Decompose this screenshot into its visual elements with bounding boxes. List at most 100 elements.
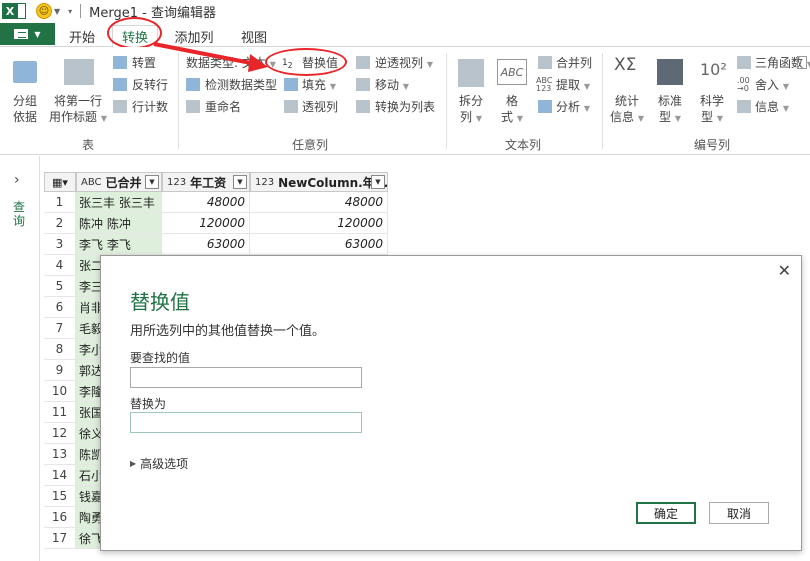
table-row[interactable]: 1 张三丰 张三丰 48000 48000 bbox=[44, 192, 388, 213]
ribbon: 分组 依据 将第一行 用作标题 ▼ 转置 反转行 行计数 表 数据类型: 文本 … bbox=[0, 47, 810, 155]
fill-icon bbox=[284, 78, 298, 91]
count-rows-button[interactable]: 行计数 bbox=[132, 100, 168, 114]
unpivot-label: 逆透视列 bbox=[375, 56, 424, 70]
parse-button[interactable]: 分析 ▼ bbox=[556, 100, 590, 116]
row-number-cell[interactable]: 6 bbox=[44, 297, 76, 318]
merged-name-cell[interactable]: 陈冲 陈冲 bbox=[76, 213, 162, 234]
column-filter-button[interactable]: ▼ bbox=[145, 175, 159, 189]
fill-button[interactable]: 填充 ▼ bbox=[302, 78, 336, 94]
pivot-button[interactable]: 透视列 bbox=[302, 100, 338, 114]
merged-name-cell[interactable]: 李飞 李飞 bbox=[76, 234, 162, 255]
split-column-label-1: 拆分 bbox=[458, 94, 483, 108]
feedback-smiley-icon[interactable]: ☺ bbox=[36, 3, 52, 19]
replace-values-dialog: ✕ 替换值 用所选列中的其他值替换一个值。 要查找的值 替换为 ▶ 高级选项 确… bbox=[100, 255, 802, 551]
statistics-label-2: 信息 ▼ bbox=[608, 109, 646, 127]
to-list-button[interactable]: 转换为列表 bbox=[375, 100, 435, 114]
rename-button[interactable]: 重命名 bbox=[205, 100, 241, 114]
row-number-cell[interactable]: 11 bbox=[44, 402, 76, 423]
chevron-right-icon[interactable]: › bbox=[14, 172, 20, 188]
trig-icon bbox=[737, 56, 751, 69]
table-menu-button[interactable]: ▦▾ bbox=[44, 172, 76, 192]
table-row[interactable]: 3 李飞 李飞 63000 63000 bbox=[44, 234, 388, 255]
statistics-button[interactable]: 统计 信息 ▼ bbox=[608, 93, 646, 127]
data-type-dropdown[interactable]: 数据类型: 文本 ▼ bbox=[186, 56, 276, 72]
group-separator bbox=[602, 53, 603, 149]
ok-button[interactable]: 确定 bbox=[636, 502, 696, 524]
data-type-dropdown-icon: ▼ bbox=[269, 60, 276, 69]
column-type-number-icon: 123 bbox=[167, 176, 187, 188]
row-number-cell[interactable]: 14 bbox=[44, 465, 76, 486]
standard-icon bbox=[657, 59, 683, 85]
cancel-button[interactable]: 取消 bbox=[709, 502, 769, 524]
column-header-salary[interactable]: 123 年工资 ▼ bbox=[162, 172, 250, 192]
group-by-button[interactable]: 分组 依据 bbox=[6, 93, 44, 125]
scientific-label-2-text: 型 bbox=[701, 110, 714, 124]
tab-add-column[interactable]: 添加列 bbox=[170, 25, 218, 47]
row-number-cell[interactable]: 5 bbox=[44, 276, 76, 297]
use-first-row-button[interactable]: 将第一行 用作标题 ▼ bbox=[48, 93, 108, 127]
extract-button[interactable]: 提取 ▼ bbox=[556, 78, 590, 94]
column-type-number-icon: 123 bbox=[255, 176, 275, 188]
row-number-cell[interactable]: 15 bbox=[44, 486, 76, 507]
group-label-number-column: 编号列 bbox=[694, 138, 731, 152]
column-header-merged[interactable]: ABC 已合并 ▼ bbox=[76, 172, 162, 192]
file-tab[interactable]: ▼ bbox=[0, 23, 55, 45]
rounding-label: 舍入 bbox=[755, 78, 780, 92]
transpose-button[interactable]: 转置 bbox=[132, 56, 156, 70]
find-value-input[interactable] bbox=[130, 367, 362, 388]
statistics-icon: XΣ bbox=[614, 55, 637, 75]
column-filter-button[interactable]: ▼ bbox=[233, 175, 247, 189]
detect-type-button[interactable]: 检测数据类型 bbox=[205, 78, 277, 92]
split-column-button[interactable]: 拆分 列 ▼ bbox=[452, 93, 490, 127]
scroll-right-icon[interactable] bbox=[797, 56, 807, 69]
row-number-cell[interactable]: 2 bbox=[44, 213, 76, 234]
scientific-button[interactable]: 科学 型 ▼ bbox=[693, 93, 731, 127]
close-icon[interactable]: ✕ bbox=[778, 261, 791, 280]
info-button[interactable]: 信息 ▼ bbox=[755, 100, 789, 116]
column-filter-button[interactable]: ▼ bbox=[371, 175, 385, 189]
row-number-cell[interactable]: 17 bbox=[44, 528, 76, 549]
newcolumn-cell[interactable]: 63000 bbox=[250, 234, 388, 255]
quick-access-customize-icon[interactable]: ▾ bbox=[68, 7, 72, 16]
advanced-options-toggle[interactable]: ▶ 高级选项 bbox=[130, 455, 188, 472]
row-number-cell[interactable]: 12 bbox=[44, 423, 76, 444]
move-button[interactable]: 移动 ▼ bbox=[375, 78, 409, 94]
row-number-cell[interactable]: 4 bbox=[44, 255, 76, 276]
salary-cell[interactable]: 63000 bbox=[162, 234, 250, 255]
statistics-dropdown-icon: ▼ bbox=[637, 114, 644, 123]
newcolumn-cell[interactable]: 48000 bbox=[250, 192, 388, 213]
rounding-button[interactable]: 舍入 ▼ bbox=[755, 78, 789, 94]
reverse-rows-button[interactable]: 反转行 bbox=[132, 78, 168, 92]
newcolumn-cell[interactable]: 120000 bbox=[250, 213, 388, 234]
row-number-cell[interactable]: 9 bbox=[44, 360, 76, 381]
row-number-cell[interactable]: 16 bbox=[44, 507, 76, 528]
row-number-cell[interactable]: 7 bbox=[44, 318, 76, 339]
info-label: 信息 bbox=[755, 100, 780, 114]
row-number-cell[interactable]: 10 bbox=[44, 381, 76, 402]
row-number-cell[interactable]: 1 bbox=[44, 192, 76, 213]
format-button[interactable]: 格 式 ▼ bbox=[494, 93, 530, 127]
dialog-title: 替换值 bbox=[130, 290, 190, 314]
tab-view[interactable]: 视图 bbox=[234, 25, 274, 47]
tab-transform[interactable]: 转换 bbox=[112, 25, 158, 48]
salary-cell[interactable]: 120000 bbox=[162, 213, 250, 234]
use-first-row-dropdown-icon: ▼ bbox=[100, 114, 107, 123]
column-header-newcolumn[interactable]: 123 NewColumn.年... ▼ bbox=[250, 172, 388, 192]
feedback-dropdown-icon[interactable]: ▼ bbox=[54, 7, 60, 16]
salary-cell[interactable]: 48000 bbox=[162, 192, 250, 213]
tab-home[interactable]: 开始 bbox=[62, 25, 102, 47]
standard-dropdown-icon: ▼ bbox=[674, 114, 681, 123]
row-number-cell[interactable]: 3 bbox=[44, 234, 76, 255]
reverse-rows-icon bbox=[113, 78, 127, 91]
replace-with-input[interactable] bbox=[130, 412, 362, 433]
detect-type-icon bbox=[186, 78, 200, 91]
row-number-cell[interactable]: 13 bbox=[44, 444, 76, 465]
move-label: 移动 bbox=[375, 78, 400, 92]
merge-columns-button[interactable]: 合并列 bbox=[556, 56, 592, 70]
replace-values-button[interactable]: 替换值 bbox=[302, 56, 338, 70]
unpivot-button[interactable]: 逆透视列 ▼ bbox=[375, 56, 433, 72]
table-row[interactable]: 2 陈冲 陈冲 120000 120000 bbox=[44, 213, 388, 234]
row-number-cell[interactable]: 8 bbox=[44, 339, 76, 360]
merged-name-cell[interactable]: 张三丰 张三丰 bbox=[76, 192, 162, 213]
standard-button[interactable]: 标准 型 ▼ bbox=[651, 93, 689, 127]
